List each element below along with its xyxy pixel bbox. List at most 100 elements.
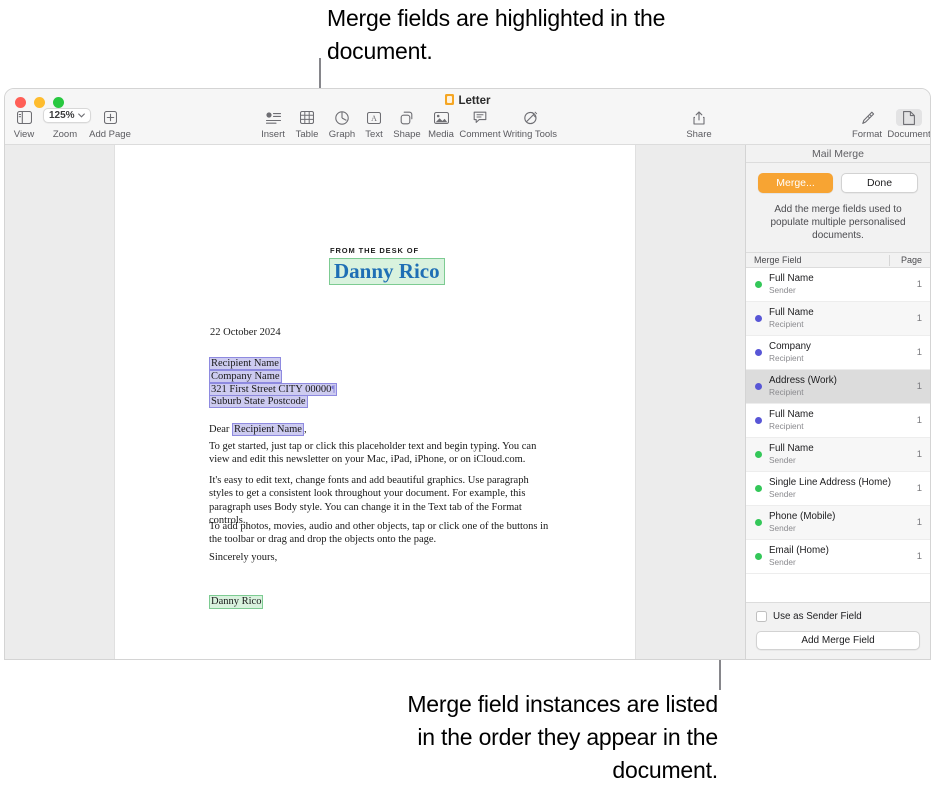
merge-field-salutation-full-name[interactable]: Recipient Name — [232, 423, 304, 436]
mail-merge-sidebar: Mail Merge Merge... Done Add the merge f… — [745, 145, 930, 659]
annotation-top: Merge fields are highlighted in the docu… — [327, 5, 666, 64]
pilcrow-icon: ¶ — [331, 383, 336, 394]
merge-field-source-dot — [755, 383, 762, 390]
document-salutation: Dear Recipient Name, — [209, 423, 307, 436]
salutation-prefix: Dear — [209, 424, 233, 435]
merge-field-source: Recipient — [769, 421, 804, 431]
merge-field-source: Sender — [769, 557, 796, 567]
merge-field-meta: Phone (Mobile) Sender — [769, 511, 900, 534]
recipient-address-block[interactable]: Recipient Name Company Name 321 First St… — [209, 357, 338, 409]
toolbar-view-label: View — [13, 129, 35, 140]
merge-field-recipient-company[interactable]: Company Name — [209, 369, 282, 383]
merge-field-source-dot — [755, 553, 762, 560]
merge-field-source: Sender — [769, 455, 796, 465]
merge-field-row[interactable]: Address (Work) Recipient 1 — [746, 370, 930, 404]
annotation-bottom: Merge field instances are listed in the … — [407, 691, 718, 783]
document-date: 22 October 2024 — [210, 327, 281, 338]
merge-field-list[interactable]: Full Name Sender 1 Full Name Recipient 1 Compa… — [746, 268, 930, 602]
merge-field-source-dot — [755, 315, 762, 322]
merge-field-meta: Email (Home) Sender — [769, 545, 900, 568]
merge-field-meta: Full Name Recipient — [769, 409, 900, 432]
toolbar-add-page-label: Add Page — [89, 129, 131, 140]
merge-field-address-text: 321 First Street CITY 00000 — [211, 383, 332, 395]
toolbar-comment-button[interactable]: Comment — [452, 109, 508, 140]
merge-button[interactable]: Merge... — [758, 173, 833, 193]
merge-field-row[interactable]: Company Recipient 1 — [746, 336, 930, 370]
share-icon — [693, 109, 705, 126]
app-window: Letter View 125% Zoom Add Page Insert Ta… — [4, 88, 931, 660]
document-title-text: Letter — [458, 95, 491, 107]
merge-field-source: Sender — [769, 523, 796, 533]
merge-field-list-header: Merge Field Page — [746, 252, 930, 268]
use-as-sender-field-checkbox[interactable]: Use as Sender Field — [756, 611, 920, 622]
body-paragraph: To add photos, movies, audio and other o… — [209, 521, 549, 546]
merge-field-name: Phone (Mobile) — [769, 511, 836, 522]
table-icon — [300, 109, 314, 126]
merge-field-page: 1 — [916, 279, 922, 290]
view-sidebar-icon — [16, 109, 32, 126]
merge-field-source-dot — [755, 349, 762, 356]
merge-field-recipient-address-work[interactable]: 321 First Street CITY 00000¶ — [209, 382, 338, 396]
column-header-merge-field: Merge Field — [754, 255, 802, 265]
format-brush-icon — [860, 109, 875, 126]
merge-field-source-dot — [755, 519, 762, 526]
merge-field-page: 1 — [916, 449, 922, 460]
merge-field-name: Address (Work) — [769, 375, 837, 386]
add-merge-field-button[interactable]: Add Merge Field — [756, 631, 920, 650]
merge-field-row[interactable]: Full Name Recipient 1 — [746, 302, 930, 336]
document-signoff: Sincerely yours, — [209, 552, 278, 563]
checkbox-icon[interactable] — [756, 611, 767, 622]
merge-field-row[interactable]: Full Name Sender 1 — [746, 268, 930, 302]
merge-field-meta: Full Name Sender — [769, 273, 900, 296]
zoom-value: 125% — [49, 110, 75, 121]
merge-field-row[interactable]: Full Name Sender 1 — [746, 438, 930, 472]
shape-icon — [400, 109, 414, 126]
toolbar-share-button[interactable]: Share — [671, 109, 727, 140]
merge-field-page: 1 — [916, 415, 922, 426]
address-line: Company Name — [209, 369, 337, 383]
merge-field-name: Full Name — [769, 443, 814, 454]
merge-field-meta: Full Name Recipient — [769, 307, 900, 330]
letterhead-eyebrow: FROM THE DESK OF — [330, 246, 419, 255]
merge-field-name: Full Name — [769, 307, 814, 318]
merge-field-sender-signature[interactable]: Danny Rico — [209, 595, 264, 609]
document-canvas[interactable]: FROM THE DESK OF Danny Rico 22 October 2… — [5, 145, 745, 659]
toolbar-document-button[interactable]: Document — [881, 109, 930, 140]
merge-field-meta: Address (Work) Recipient — [769, 375, 900, 398]
document-title: Letter — [5, 94, 930, 107]
merge-field-name: Single Line Address (Home) — [769, 477, 891, 488]
merge-field-row[interactable]: Phone (Mobile) Sender 1 — [746, 506, 930, 540]
merge-field-row[interactable]: Email (Home) Sender 1 — [746, 540, 930, 574]
merge-field-name: Company — [769, 341, 811, 352]
toolbar-writing-tools-label: Writing Tools — [502, 129, 558, 140]
merge-field-source: Sender — [769, 489, 796, 499]
merge-field-source-dot — [755, 451, 762, 458]
salutation-suffix: , — [303, 424, 307, 435]
address-line: 321 First Street CITY 00000¶ — [209, 382, 338, 396]
toolbar-zoom-label: Zoom — [52, 129, 78, 140]
merge-field-source: Sender — [769, 285, 796, 295]
done-button[interactable]: Done — [841, 173, 918, 193]
toolbar-add-page-button[interactable]: Add Page — [82, 109, 138, 140]
merge-field-page: 1 — [916, 517, 922, 528]
merge-field-name: Email (Home) — [769, 545, 829, 556]
merge-field-row[interactable]: Full Name Recipient 1 — [746, 404, 930, 438]
merge-field-recipient-suburb[interactable]: Suburb State Postcode — [209, 395, 308, 409]
letterhead-sender-name[interactable]: Danny Rico — [329, 258, 445, 285]
merge-field-source-dot — [755, 417, 762, 424]
merge-field-row[interactable]: Single Line Address (Home) Sender 1 — [746, 472, 930, 506]
document-page[interactable]: FROM THE DESK OF Danny Rico 22 October 2… — [115, 145, 635, 659]
toolbar: Letter View 125% Zoom Add Page Insert Ta… — [5, 89, 930, 145]
merge-field-page: 1 — [916, 551, 922, 562]
toolbar-comment-label: Comment — [459, 129, 501, 140]
merge-field-source: Recipient — [769, 319, 804, 329]
merge-field-name: Full Name — [769, 273, 814, 284]
media-icon — [433, 109, 449, 126]
merge-field-source-dot — [755, 485, 762, 492]
toolbar-writing-tools-button[interactable]: Writing Tools — [502, 109, 558, 140]
merge-field-recipient-full-name[interactable]: Recipient Name — [209, 357, 281, 370]
merge-field-page: 1 — [916, 483, 922, 494]
merge-field-page: 1 — [916, 347, 922, 358]
svg-text:A: A — [371, 113, 377, 122]
address-line: Recipient Name — [209, 357, 337, 370]
